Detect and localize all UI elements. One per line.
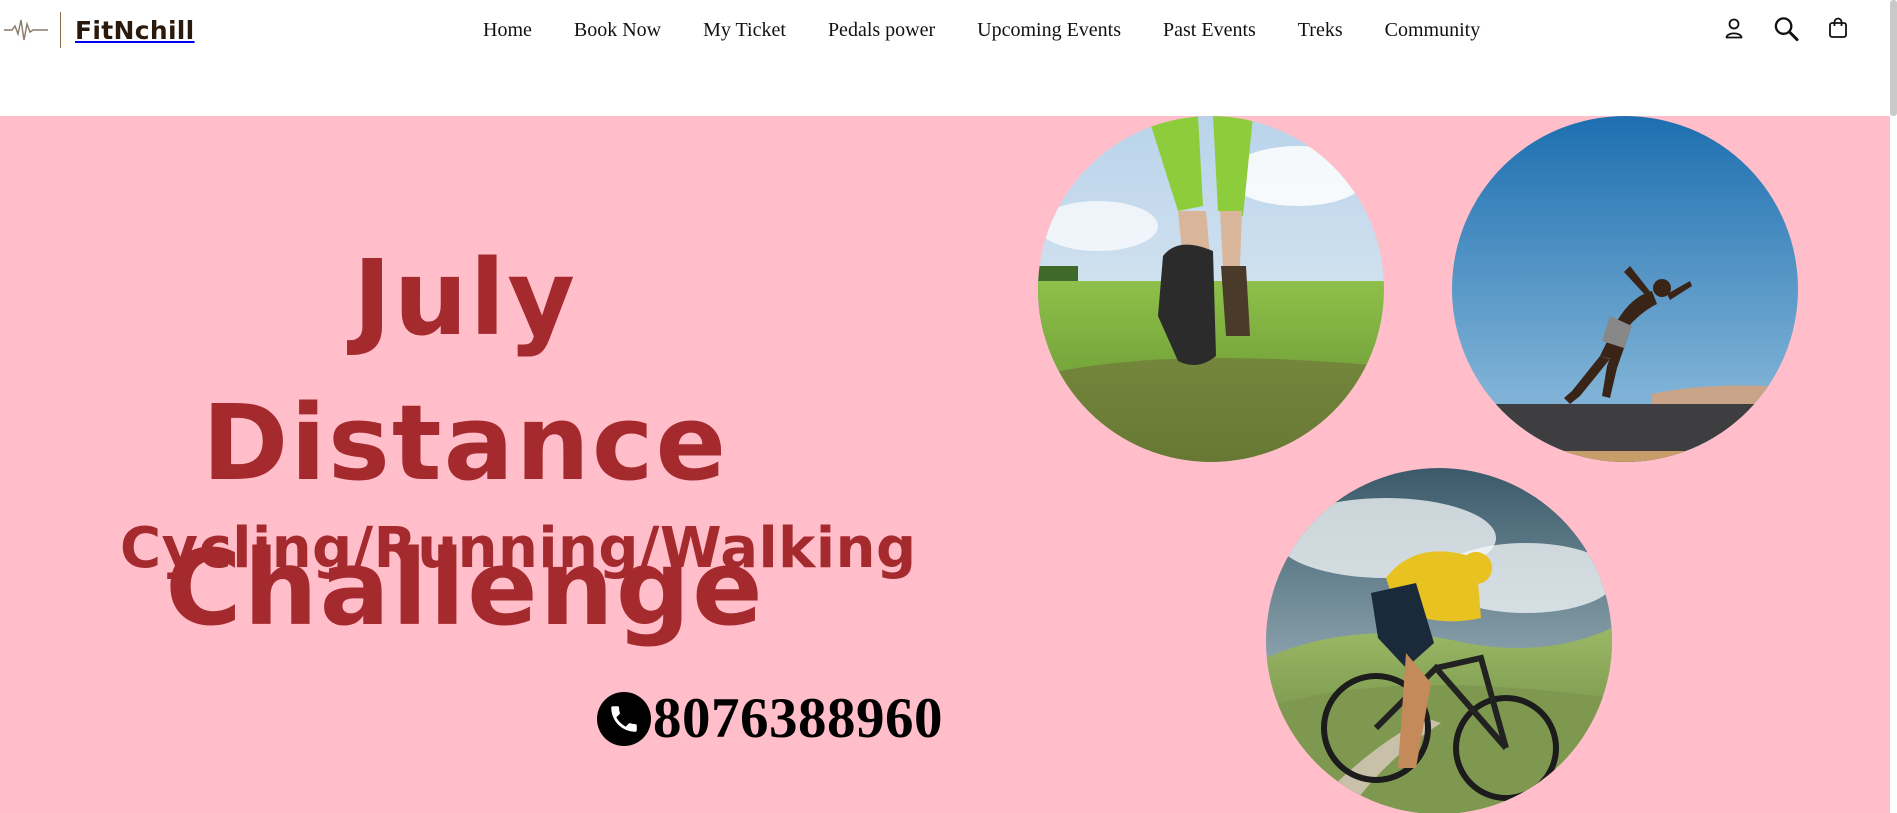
- logo-divider: [60, 12, 61, 48]
- nav-my-ticket[interactable]: My Ticket: [703, 19, 786, 42]
- cyclist-photo: [1266, 468, 1612, 813]
- search-icon[interactable]: [1773, 14, 1799, 42]
- nav-pedals-power[interactable]: Pedals power: [828, 19, 935, 42]
- main-nav: Home Book Now My Ticket Pedals power Upc…: [483, 19, 1480, 42]
- site-header: FitNchill Home Book Now My Ticket Pedals…: [0, 0, 1897, 116]
- nav-upcoming-events[interactable]: Upcoming Events: [977, 19, 1121, 42]
- hero-subtitle: Cycling/Running/Walking: [120, 516, 917, 581]
- pulse-logo-icon: [4, 19, 48, 41]
- phone-icon: [597, 691, 651, 746]
- nav-community[interactable]: Community: [1385, 19, 1481, 42]
- hiking-photo: [1038, 116, 1384, 462]
- nav-treks[interactable]: Treks: [1298, 19, 1343, 42]
- sprinter-photo: [1452, 116, 1798, 462]
- nav-home[interactable]: Home: [483, 19, 532, 42]
- account-icon[interactable]: [1721, 14, 1747, 42]
- header-actions: [1695, 14, 1851, 42]
- hero-banner: July Distance Challenge Cycling/Running/…: [0, 116, 1890, 813]
- brand-logo[interactable]: FitNchill: [4, 10, 195, 50]
- hero-title-line-1: July Distance: [202, 237, 728, 504]
- nav-book-now[interactable]: Book Now: [574, 19, 661, 42]
- cart-icon[interactable]: [1825, 14, 1851, 42]
- page-scrollbar[interactable]: [1890, 0, 1897, 116]
- phone-contact[interactable]: 8076388960: [597, 686, 943, 751]
- phone-number: 8076388960: [653, 687, 943, 750]
- brand-name: FitNchill: [75, 15, 195, 45]
- hero-title: July Distance Challenge: [105, 226, 825, 661]
- nav-past-events[interactable]: Past Events: [1163, 19, 1256, 42]
